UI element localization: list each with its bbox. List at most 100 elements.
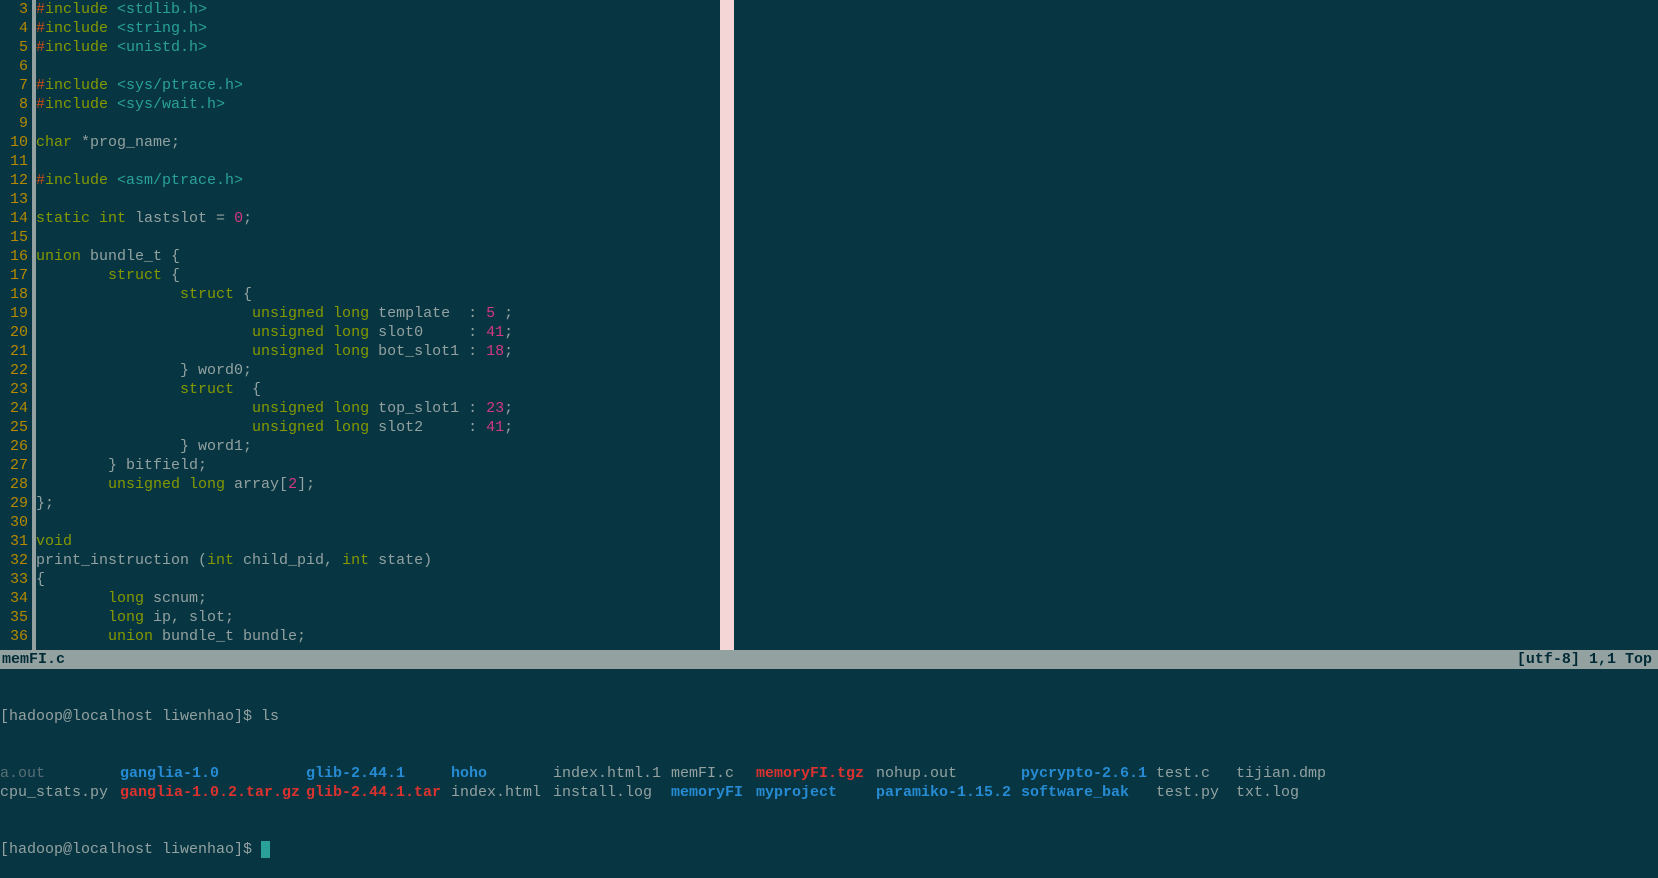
code-line[interactable]: #include <sys/ptrace.h> <box>36 76 513 95</box>
line-number: 25 <box>0 418 32 437</box>
ls-entry: index.html <box>451 783 553 802</box>
code-line[interactable]: } word1; <box>36 437 513 456</box>
ls-entry: glib-2.44.1.tar <box>306 783 451 802</box>
terminal-cursor <box>261 841 270 858</box>
line-number: 31 <box>0 532 32 551</box>
line-number: 30 <box>0 513 32 532</box>
line-number: 20 <box>0 323 32 342</box>
ls-entry: a.out <box>0 764 120 783</box>
line-number: 7 <box>0 76 32 95</box>
shell-prompt: [hadoop@localhost liwenhao]$ <box>0 708 261 725</box>
line-number: 14 <box>0 209 32 228</box>
code-line[interactable]: #include <unistd.h> <box>36 38 513 57</box>
ls-entry: ganglia-1.0.2.tar.gz <box>120 783 306 802</box>
ls-entry: memoryFI <box>671 783 756 802</box>
ls-row: cpu_stats.pyganglia-1.0.2.tar.gzglib-2.4… <box>0 783 1658 802</box>
shell-command: ls <box>261 708 279 725</box>
code-line[interactable] <box>36 228 513 247</box>
code-line[interactable]: union bundle_t { <box>36 247 513 266</box>
code-line[interactable] <box>36 190 513 209</box>
line-number: 26 <box>0 437 32 456</box>
code-line[interactable]: #include <asm/ptrace.h> <box>36 171 513 190</box>
code-line[interactable] <box>36 513 513 532</box>
code-line[interactable]: unsigned long template : 5 ; <box>36 304 513 323</box>
ls-entry: test.c <box>1156 764 1236 783</box>
ls-entry: nohup.out <box>876 764 1021 783</box>
code-line[interactable] <box>36 114 513 133</box>
line-number: 22 <box>0 361 32 380</box>
code-line[interactable]: unsigned long top_slot1 : 23; <box>36 399 513 418</box>
line-number: 34 <box>0 589 32 608</box>
line-number: 27 <box>0 456 32 475</box>
line-number: 21 <box>0 342 32 361</box>
code-line[interactable]: unsigned long bot_slot1 : 18; <box>36 342 513 361</box>
line-number: 32 <box>0 551 32 570</box>
code-line[interactable]: struct { <box>36 266 513 285</box>
line-number: 12 <box>0 171 32 190</box>
code-line[interactable]: struct { <box>36 380 513 399</box>
line-number: 19 <box>0 304 32 323</box>
line-number: 24 <box>0 399 32 418</box>
line-number: 6 <box>0 57 32 76</box>
code-line[interactable]: union bundle_t bundle; <box>36 627 513 646</box>
ls-row: a.outganglia-1.0glib-2.44.1hohoindex.htm… <box>0 764 1658 783</box>
line-number: 10 <box>0 133 32 152</box>
editor-pane[interactable]: 3456789101112131415161718192021222324252… <box>0 0 1658 650</box>
line-number-gutter: 3456789101112131415161718192021222324252… <box>0 0 32 646</box>
code-line[interactable]: unsigned long slot2 : 41; <box>36 418 513 437</box>
line-number: 9 <box>0 114 32 133</box>
code-line[interactable]: }; <box>36 494 513 513</box>
code-line[interactable]: } word0; <box>36 361 513 380</box>
line-number: 17 <box>0 266 32 285</box>
ls-entry: cpu_stats.py <box>0 783 120 802</box>
code-line[interactable]: { <box>36 570 513 589</box>
ls-entry: pycrypto-2.6.1 <box>1021 764 1156 783</box>
status-encoding: [utf-8] <box>1517 651 1580 668</box>
status-cursor-pos: 1,1 <box>1589 651 1616 668</box>
ls-entry: memFI.c <box>671 764 756 783</box>
code-line[interactable]: char *prog_name; <box>36 133 513 152</box>
code-line[interactable]: void <box>36 532 513 551</box>
line-number: 13 <box>0 190 32 209</box>
line-number: 5 <box>0 38 32 57</box>
line-number: 29 <box>0 494 32 513</box>
ls-output: a.outganglia-1.0glib-2.44.1hohoindex.htm… <box>0 764 1658 802</box>
status-filename: memFI.c <box>0 650 65 669</box>
ls-entry: test.py <box>1156 783 1236 802</box>
terminal-pane[interactable]: [hadoop@localhost liwenhao]$ ls a.outgan… <box>0 669 1658 878</box>
line-number: 4 <box>0 19 32 38</box>
code-line[interactable]: long ip, slot; <box>36 608 513 627</box>
code-line[interactable]: } bitfield; <box>36 456 513 475</box>
code-line[interactable] <box>36 57 513 76</box>
code-line[interactable]: static int lastslot = 0; <box>36 209 513 228</box>
code-line[interactable]: unsigned long array[2]; <box>36 475 513 494</box>
ls-entry: memoryFI.tgz <box>756 764 876 783</box>
line-number: 3 <box>0 0 32 19</box>
vim-status-bar: memFI.c [utf-8] 1,1 Top <box>0 650 1658 669</box>
code-line[interactable]: #include <sys/wait.h> <box>36 95 513 114</box>
code-line[interactable]: print_instruction (int child_pid, int st… <box>36 551 513 570</box>
code-line[interactable]: #include <stdlib.h> <box>36 0 513 19</box>
terminal-prompt-line[interactable]: [hadoop@localhost liwenhao]$ <box>0 840 1658 859</box>
code-line[interactable]: long scnum; <box>36 589 513 608</box>
line-number: 35 <box>0 608 32 627</box>
code-line[interactable] <box>36 152 513 171</box>
ls-entry: glib-2.44.1 <box>306 764 451 783</box>
ls-entry: paramiko-1.15.2 <box>876 783 1021 802</box>
code-line[interactable]: struct { <box>36 285 513 304</box>
status-right: [utf-8] 1,1 Top <box>1517 650 1658 669</box>
line-number: 16 <box>0 247 32 266</box>
code-area[interactable]: #include <stdlib.h>#include <string.h>#i… <box>36 0 513 646</box>
line-number: 15 <box>0 228 32 247</box>
line-number: 33 <box>0 570 32 589</box>
ls-entry: index.html.1 <box>553 764 671 783</box>
ls-entry: hoho <box>451 764 553 783</box>
line-number: 11 <box>0 152 32 171</box>
code-line[interactable]: #include <string.h> <box>36 19 513 38</box>
line-number: 28 <box>0 475 32 494</box>
code-line[interactable]: unsigned long slot0 : 41; <box>36 323 513 342</box>
line-number: 18 <box>0 285 32 304</box>
terminal-prompt-line: [hadoop@localhost liwenhao]$ ls <box>0 707 1658 726</box>
color-column <box>720 0 734 650</box>
ls-entry: txt.log <box>1236 783 1356 802</box>
